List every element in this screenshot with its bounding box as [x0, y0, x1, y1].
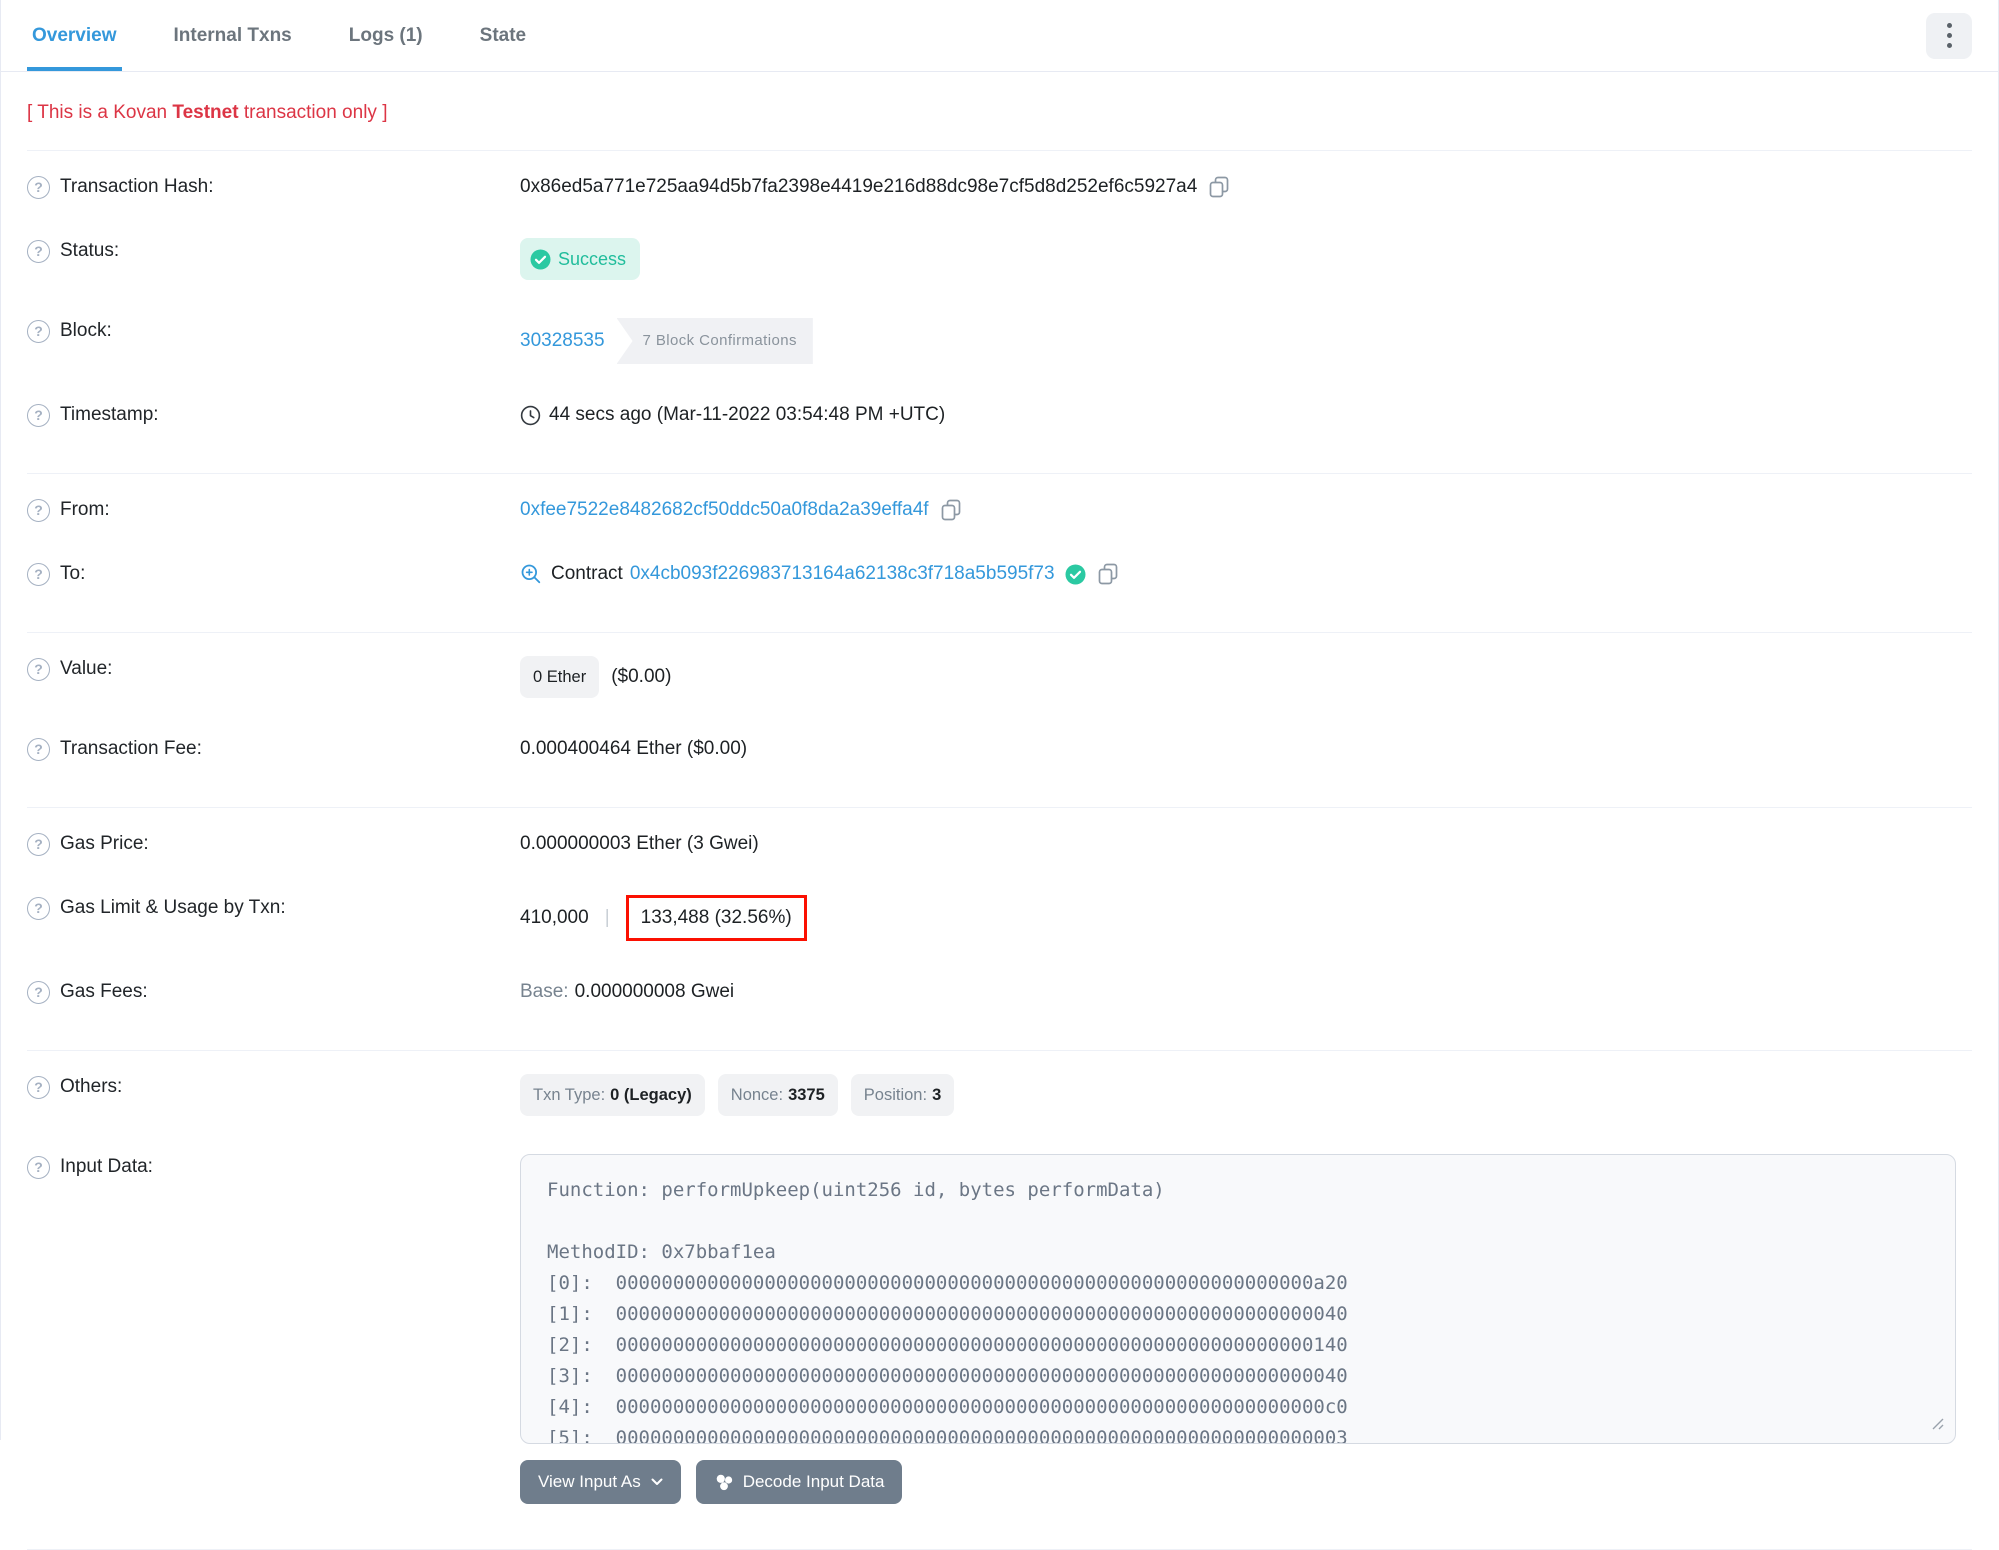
tab-internal-txns[interactable]: Internal Txns: [169, 0, 297, 71]
to-label: To:: [60, 563, 86, 584]
chevron-down-icon: [651, 1478, 663, 1485]
to-address-link[interactable]: 0x4cb093f226983713164a62138c3f718a5b595f…: [630, 561, 1055, 587]
help-icon[interactable]: ?: [27, 239, 50, 263]
row-from: ? From: 0xfee7522e8482682cf50ddc50a0f8da…: [27, 478, 1972, 542]
gas-price-value: 0.000000003 Ether (3 Gwei): [520, 833, 759, 854]
block-confirmations-badge: 7 Block Confirmations: [616, 318, 813, 364]
transaction-hash-label: Transaction Hash:: [60, 176, 214, 197]
block-label: Block:: [60, 320, 112, 341]
divider: [27, 150, 1972, 151]
row-transaction-fee: ? Transaction Fee: 0.000400464 Ether ($0…: [27, 717, 1972, 781]
timestamp-value: 44 secs ago (Mar-11-2022 03:54:48 PM +UT…: [549, 404, 946, 425]
success-check-icon: [530, 249, 551, 269]
gas-limit-value: 410,000: [520, 907, 589, 928]
help-icon[interactable]: ?: [27, 1075, 50, 1099]
row-gas-fees: ? Gas Fees: Base: 0.000000008 Gwei: [27, 960, 1972, 1024]
help-icon[interactable]: ?: [27, 832, 50, 856]
divider: [27, 1050, 1972, 1051]
row-to: ? To: Contract 0x4cb093f226983713164a621…: [27, 542, 1972, 606]
magnifier-plus-icon[interactable]: [520, 563, 542, 585]
help-icon[interactable]: ?: [27, 896, 50, 920]
row-status: ? Status: Success: [27, 219, 1972, 299]
value-label: Value:: [60, 658, 113, 679]
help-icon[interactable]: ?: [27, 1155, 50, 1179]
gas-usage-value: 133,488 (32.56%): [640, 907, 792, 928]
divider: [27, 632, 1972, 633]
help-icon[interactable]: ?: [27, 980, 50, 1004]
transaction-hash-value: 0x86ed5a771e725aa94d5b7fa2398e4419e216d8…: [520, 176, 1198, 197]
position-badge: Position: 3: [850, 1074, 955, 1116]
divider: [27, 473, 1972, 474]
help-icon[interactable]: ?: [27, 319, 50, 343]
nonce-badge: Nonce: 3375: [717, 1074, 838, 1116]
clock-icon: [520, 405, 541, 426]
overview-panel: [ This is a Kovan Testnet transaction on…: [1, 102, 1998, 1550]
gas-price-label: Gas Price:: [60, 833, 149, 854]
status-badge: Success: [520, 238, 641, 280]
from-label: From:: [60, 499, 110, 520]
others-label: Others:: [60, 1076, 123, 1097]
copy-icon[interactable]: [1209, 176, 1230, 199]
tab-overview[interactable]: Overview: [27, 0, 122, 71]
copy-icon[interactable]: [941, 499, 962, 522]
copy-icon[interactable]: [1098, 563, 1119, 586]
help-icon[interactable]: ?: [27, 403, 50, 427]
decode-input-data-button[interactable]: Decode Input Data: [695, 1460, 903, 1504]
from-address-link[interactable]: 0xfee7522e8482682cf50ddc50a0f8da2a39effa…: [520, 497, 929, 523]
input-data-textarea[interactable]: Function: performUpkeep(uint256 id, byte…: [520, 1154, 1956, 1444]
row-gas-price: ? Gas Price: 0.000000003 Ether (3 Gwei): [27, 812, 1972, 876]
verified-check-icon: [1065, 564, 1086, 585]
input-data-actions: View Input As Decode Input Data: [520, 1460, 1956, 1504]
tab-logs[interactable]: Logs (1): [344, 0, 428, 71]
decode-icon: [716, 1474, 732, 1491]
timestamp-label: Timestamp:: [60, 404, 159, 425]
txn-type-badge: Txn Type: 0 (Legacy): [520, 1074, 705, 1116]
row-transaction-hash: ? Transaction Hash: 0x86ed5a771e725aa94d…: [27, 155, 1972, 219]
pipe-separator: |: [604, 907, 610, 928]
divider: [27, 807, 1972, 808]
base-fee-key: Base:: [520, 981, 569, 1002]
usd-value: ($0.00): [611, 666, 672, 687]
more-options-button[interactable]: [1926, 12, 1972, 59]
row-timestamp: ? Timestamp: 44 secs ago (Mar-11-2022 03…: [27, 383, 1972, 447]
tab-state[interactable]: State: [475, 0, 531, 71]
row-gas-limit-usage: ? Gas Limit & Usage by Txn: 410,000 | 13…: [27, 876, 1972, 960]
transaction-details-card: Overview Internal Txns Logs (1) State [ …: [0, 0, 1999, 1550]
help-icon[interactable]: ?: [27, 498, 50, 522]
help-icon[interactable]: ?: [27, 562, 50, 586]
input-data-label: Input Data:: [60, 1156, 153, 1177]
gas-usage-highlight-box: 133,488 (32.56%): [625, 895, 807, 941]
help-icon[interactable]: ?: [27, 657, 50, 681]
row-block: ? Block: 30328535 7 Block Confirmations: [27, 299, 1972, 383]
help-icon[interactable]: ?: [27, 175, 50, 199]
block-number-link[interactable]: 30328535: [520, 328, 605, 354]
transaction-fee-label: Transaction Fee:: [60, 738, 202, 759]
row-value: ? Value: 0 Ether ($0.00): [27, 637, 1972, 717]
view-input-as-button[interactable]: View Input As: [520, 1460, 681, 1504]
status-label: Status:: [60, 240, 120, 261]
help-icon[interactable]: ?: [27, 737, 50, 761]
base-fee-value: 0.000000008 Gwei: [574, 981, 735, 1002]
testnet-warning: [ This is a Kovan Testnet transaction on…: [27, 102, 388, 123]
transaction-fee-value: 0.000400464 Ether ($0.00): [520, 738, 748, 759]
gas-limit-label: Gas Limit & Usage by Txn:: [60, 897, 286, 918]
row-input-data: ? Input Data: Function: performUpkeep(ui…: [27, 1135, 1972, 1523]
kebab-icon: [1946, 22, 1952, 28]
ether-value-badge: 0 Ether: [520, 656, 600, 698]
gas-fees-label: Gas Fees:: [60, 981, 148, 1002]
tab-bar: Overview Internal Txns Logs (1) State: [1, 0, 1998, 72]
row-others: ? Others: Txn Type: 0 (Legacy) Nonce: 33…: [27, 1055, 1972, 1135]
contract-word: Contract: [551, 563, 623, 584]
